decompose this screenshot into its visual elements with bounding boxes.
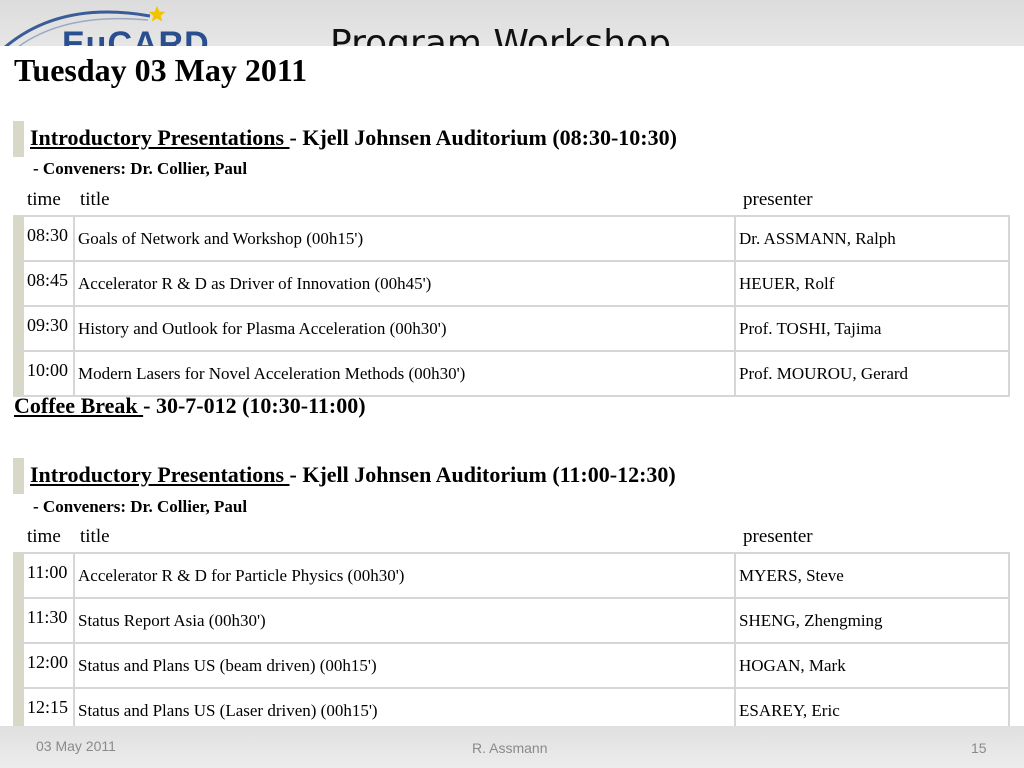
column-header-time: time (27, 189, 61, 210)
talk-title: Modern Lasers for Novel Acceleration Met… (73, 350, 734, 397)
talk-title: Goals of Network and Workshop (00h15') (73, 215, 734, 260)
talk-title: Status Report Asia (00h30') (73, 597, 734, 642)
talk-time: 08:45 (13, 260, 73, 305)
footer-date: 03 May 2011 (36, 738, 116, 754)
slide-title: Program Workshop (330, 23, 671, 46)
table-row: 08:45 Accelerator R & D as Driver of Inn… (13, 260, 1010, 305)
column-header-title: title (80, 526, 110, 547)
slide-content: Tuesday 03 May 2011 Introductory Present… (0, 46, 1024, 734)
table-row: 10:00 Modern Lasers for Novel Accelerati… (13, 350, 1010, 397)
table-row: 08:30 Goals of Network and Workshop (00h… (13, 215, 1010, 260)
star-icon (148, 5, 166, 22)
session-marker (13, 458, 24, 494)
talk-presenter: MYERS, Steve (734, 552, 1010, 597)
session-link[interactable]: Introductory Presentations (30, 462, 290, 487)
footer-author: R. Assmann (472, 740, 548, 756)
slide-footer: 03 May 2011 R. Assmann 15 (0, 726, 1024, 768)
session-title: Introductory Presentations - Kjell Johns… (30, 461, 676, 489)
talk-time: 11:00 (13, 552, 73, 597)
table-row: 11:00 Accelerator R & D for Particle Phy… (13, 552, 1010, 597)
session-conveners: - Conveners: Dr. Collier, Paul (33, 497, 248, 516)
talk-time: 09:30 (13, 305, 73, 350)
talk-title: Status and Plans US (beam driven) (00h15… (73, 642, 734, 687)
table-row: 09:30 History and Outlook for Plasma Acc… (13, 305, 1010, 350)
day-heading: Tuesday 03 May 2011 (14, 52, 308, 88)
talk-time: 08:30 (13, 215, 73, 260)
schedule-table: 11:00 Accelerator R & D for Particle Phy… (13, 552, 1010, 734)
talk-presenter: Prof. MOUROU, Gerard (734, 350, 1010, 397)
talk-presenter: HOGAN, Mark (734, 642, 1010, 687)
talk-presenter: HEUER, Rolf (734, 260, 1010, 305)
slide-header: EuCARD Program Workshop (0, 0, 1024, 46)
session-location: - Kjell Johnsen Auditorium (08:30-10:30) (289, 125, 677, 150)
eucard-logo-text: EuCARD (62, 25, 210, 46)
table-row: 12:00 Status and Plans US (beam driven) … (13, 642, 1010, 687)
talk-time: 10:00 (13, 350, 73, 397)
coffee-break-location: - 30-7-012 (10:30-11:00) (143, 393, 366, 418)
footer-page-number: 15 (971, 740, 987, 756)
coffee-break-link[interactable]: Coffee Break (14, 393, 143, 418)
coffee-break: Coffee Break - 30-7-012 (10:30-11:00) (14, 392, 366, 420)
column-header-title: title (80, 189, 110, 210)
session-marker (13, 121, 24, 157)
column-header-presenter: presenter (743, 189, 813, 210)
table-row: 11:30 Status Report Asia (00h30') SHENG,… (13, 597, 1010, 642)
column-header-time: time (27, 526, 61, 547)
talk-presenter: Dr. ASSMANN, Ralph (734, 215, 1010, 260)
session-conveners: - Conveners: Dr. Collier, Paul (33, 159, 248, 178)
session-title: Introductory Presentations - Kjell Johns… (30, 124, 677, 152)
talk-presenter: SHENG, Zhengming (734, 597, 1010, 642)
talk-title: Accelerator R & D as Driver of Innovatio… (73, 260, 734, 305)
talk-presenter: Prof. TOSHI, Tajima (734, 305, 1010, 350)
talk-time: 11:30 (13, 597, 73, 642)
schedule-table: 08:30 Goals of Network and Workshop (00h… (13, 215, 1010, 397)
talk-title: History and Outlook for Plasma Accelerat… (73, 305, 734, 350)
talk-title: Accelerator R & D for Particle Physics (… (73, 552, 734, 597)
column-header-presenter: presenter (743, 526, 813, 547)
session-link[interactable]: Introductory Presentations (30, 125, 290, 150)
talk-time: 12:00 (13, 642, 73, 687)
session-location: - Kjell Johnsen Auditorium (11:00-12:30) (289, 462, 676, 487)
